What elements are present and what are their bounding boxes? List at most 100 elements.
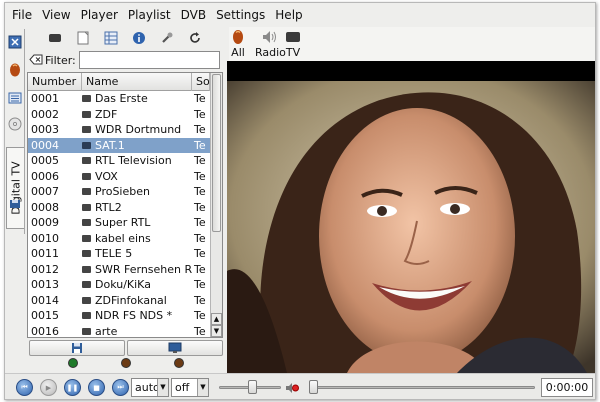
show-osd-button[interactable]: [127, 340, 223, 356]
status-leds: [27, 358, 223, 370]
channel-source: Te: [194, 107, 206, 121]
position-slider-handle[interactable]: [309, 380, 318, 394]
tv-icon: [49, 34, 61, 42]
tv-icon: [82, 234, 91, 242]
table-row[interactable]: 0011 TELE 5 Te: [28, 246, 210, 262]
filter-radio-button[interactable]: Radio: [255, 29, 286, 59]
table-row[interactable]: 0002 ZDF Te: [28, 107, 210, 123]
subtitle-select[interactable]: off ▼: [171, 378, 209, 397]
table-row[interactable]: 0005 RTL Television Te: [28, 153, 210, 169]
tab-playlist[interactable]: [7, 89, 23, 107]
volume-slider-handle[interactable]: [248, 380, 258, 394]
table-row[interactable]: 0016 arte Te: [28, 324, 210, 338]
mute-icon[interactable]: [285, 381, 299, 395]
channel-number: 0007: [31, 185, 59, 198]
menu-player[interactable]: Player: [76, 3, 123, 27]
table-row[interactable]: 0006 VOX Te: [28, 169, 210, 185]
channel-number: 0008: [31, 200, 59, 214]
menu-file[interactable]: File: [9, 3, 37, 27]
table-row[interactable]: 0004 SAT.1 Te: [28, 137, 210, 153]
clear-filter-icon[interactable]: [29, 54, 43, 65]
filter-tv-button[interactable]: TV: [285, 29, 301, 59]
channel-name: ProSieben: [95, 185, 150, 198]
filter-radio-label: Radio: [255, 46, 286, 59]
table-row[interactable]: 0010 kabel eins Te: [28, 231, 210, 247]
column-number[interactable]: Number: [28, 73, 82, 91]
table-row[interactable]: 0012 SWR Fernsehen RP Te: [28, 262, 210, 278]
tv-icon: [82, 219, 91, 227]
scroll-down-button[interactable]: ▼: [211, 325, 222, 337]
channel-number: 0004: [31, 138, 59, 152]
channel-number: 0002: [31, 107, 59, 121]
scrollbar-thumb[interactable]: [212, 74, 221, 232]
refresh-button[interactable]: [187, 30, 203, 46]
channel-number: 0010: [31, 231, 59, 245]
filter-input[interactable]: [79, 51, 220, 69]
channel-list: Number Name So 0001 Das Erste Te 0002 ZDF Te 0…: [27, 72, 223, 338]
info-button[interactable]: [131, 30, 147, 46]
channel-number: 0015: [31, 309, 59, 322]
audio-channel-select[interactable]: auto ▼: [131, 378, 169, 397]
menu-playlist[interactable]: Playlist: [123, 3, 176, 27]
table-row[interactable]: 0001 Das Erste Te: [28, 91, 210, 107]
menubar: File View Player Playlist DVB Settings H…: [5, 3, 595, 27]
channel-number: 0005: [31, 154, 59, 167]
play-icon: ▶: [45, 383, 52, 392]
table-row[interactable]: 0003 WDR Dortmund Te: [28, 122, 210, 138]
stop-button[interactable]: ■: [88, 379, 105, 396]
channel-list-button[interactable]: [103, 30, 119, 46]
save-icon: [10, 200, 20, 208]
channel-name-cell: ZDF: [82, 107, 192, 123]
channel-list-scrollbar[interactable]: ▲ ▼: [210, 73, 222, 337]
tab-files[interactable]: [7, 61, 23, 79]
next-button[interactable]: ⏭: [112, 379, 129, 396]
configure-button[interactable]: [159, 30, 175, 46]
column-source[interactable]: So: [192, 73, 210, 91]
channel-name-cell: kabel eins: [82, 231, 192, 247]
channel-actions: [29, 340, 223, 356]
video-output[interactable]: [227, 61, 595, 373]
play-button[interactable]: ▶: [40, 379, 57, 396]
channel-source: Te: [194, 138, 206, 152]
new-channel-button[interactable]: [75, 30, 91, 46]
table-row[interactable]: 0009 Super RTL Te: [28, 215, 210, 231]
filter-all-button[interactable]: All: [231, 29, 245, 59]
tv-icon: [82, 110, 91, 118]
tv-icon: [82, 126, 91, 134]
channel-tv-button[interactable]: [47, 30, 63, 46]
channel-name-cell: Super RTL: [82, 215, 192, 231]
tv-icon: [82, 188, 91, 196]
channel-panel: Filter: Number Name So 0001 Das Erste Te 00…: [27, 27, 223, 369]
channel-name: SWR Fernsehen RP: [95, 262, 192, 276]
column-name[interactable]: Name: [82, 73, 192, 91]
tv-icon: [82, 281, 91, 289]
tab-storage[interactable]: [7, 195, 23, 213]
info-icon: [133, 32, 145, 44]
table-row[interactable]: 0014 ZDFinfokanal Te: [28, 293, 210, 309]
position-slider-track[interactable]: [309, 386, 535, 389]
channel-number: 0013: [31, 278, 59, 291]
table-row[interactable]: 0007 ProSieben Te: [28, 184, 210, 200]
table-row[interactable]: 0015 NDR FS NDS * Te: [28, 308, 210, 324]
channel-source: Te: [194, 231, 206, 245]
menu-settings[interactable]: Settings: [211, 3, 270, 27]
channel-name: RTL Television: [95, 154, 172, 167]
save-channels-button[interactable]: [29, 340, 125, 356]
previous-button[interactable]: ⏮: [16, 379, 33, 396]
channel-source: Te: [194, 123, 206, 136]
menu-view[interactable]: View: [37, 3, 75, 27]
playlist-icon: [8, 92, 22, 104]
channel-source: Te: [194, 216, 206, 229]
table-row[interactable]: 0008 RTL2 Te: [28, 200, 210, 216]
tab-disc[interactable]: [7, 115, 23, 133]
tab-start[interactable]: [7, 33, 23, 51]
channel-name-cell: SWR Fernsehen RP: [82, 262, 192, 278]
scroll-up-button[interactable]: ▲: [211, 313, 222, 325]
tab-digital-tv[interactable]: Digital TV: [6, 147, 24, 229]
table-row[interactable]: 0013 Doku/KiKa Te: [28, 277, 210, 293]
menu-dvb[interactable]: DVB: [176, 3, 211, 27]
menu-help[interactable]: Help: [270, 3, 307, 27]
channel-number: 0011: [31, 247, 59, 260]
channel-name-cell: TELE 5: [82, 246, 192, 262]
pause-button[interactable]: ❚❚: [64, 379, 81, 396]
